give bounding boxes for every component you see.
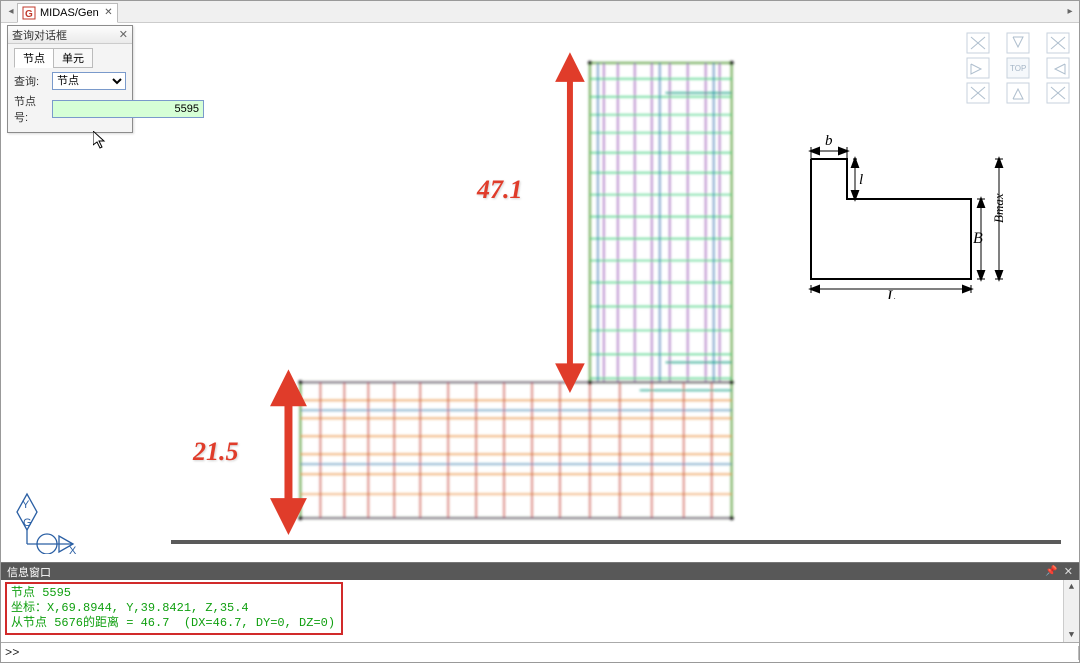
info-line-1: 节点 5595 <box>11 586 71 600</box>
view-navigator[interactable]: TOP <box>965 31 1071 105</box>
ucs-icon: Y G X <box>15 492 79 554</box>
close-icon[interactable]: ✕ <box>119 28 128 41</box>
close-icon[interactable]: ✕ <box>1064 565 1073 578</box>
tabbar-next[interactable]: ▸ <box>1065 3 1079 21</box>
info-window: 信息窗口 📌 ✕ 节点 5595 坐标：X,69.8944, Y,39.8421… <box>1 562 1079 642</box>
query-dialog: 查询对话框 ✕ 节点 单元 查询: 节点 节点号: <box>7 25 133 133</box>
viewcube-top: TOP <box>1010 64 1026 73</box>
document-tab-midasgen[interactable]: G MIDAS/Gen ✕ <box>17 3 118 23</box>
command-input[interactable] <box>19 646 962 660</box>
ucs-g: G <box>23 517 32 529</box>
document-tabbar: ◂ G MIDAS/Gen ✕ ▸ <box>1 1 1079 23</box>
pin-icon[interactable]: 📌 <box>1045 566 1057 577</box>
info-window-title: 信息窗口 <box>7 564 51 580</box>
midas-app-icon: G <box>22 6 36 20</box>
model-workspace: 47.1 21.5 <box>1 23 1079 562</box>
dialog-tab-node[interactable]: 节点 <box>14 48 53 68</box>
section-L: L <box>886 288 896 299</box>
command-prompt: >> <box>5 646 19 660</box>
info-scrollbar[interactable]: ▲ ▼ <box>1063 580 1079 642</box>
info-window-titlebar[interactable]: 信息窗口 📌 ✕ <box>1 563 1079 580</box>
info-line-3: 从节点 5676的距离 = 46.7 (DX=46.7, DY=0, DZ=0) <box>11 616 335 630</box>
info-line-2: 坐标：X,69.8944, Y,39.8421, Z,35.4 <box>11 601 249 615</box>
ucs-x: X <box>69 545 77 554</box>
canvas-baseline <box>171 540 1061 544</box>
command-separator <box>1078 646 1079 660</box>
info-highlight-box: 节点 5595 坐标：X,69.8944, Y,39.8421, Z,35.4 … <box>5 582 343 635</box>
section-Bmax: Bmax <box>991 193 1006 223</box>
query-label: 查询: <box>14 73 48 89</box>
info-window-content[interactable]: 节点 5595 坐标：X,69.8944, Y,39.8421, Z,35.4 … <box>1 580 1079 642</box>
ucs-y: Y <box>22 499 30 511</box>
close-icon[interactable]: ✕ <box>104 7 112 18</box>
dialog-tab-element[interactable]: 单元 <box>53 48 93 68</box>
command-bar: >> <box>1 642 1079 662</box>
dialog-titlebar[interactable]: 查询对话框 ✕ <box>8 26 132 44</box>
scroll-up-icon[interactable]: ▲ <box>1065 580 1079 594</box>
document-tab-title: MIDAS/Gen <box>40 7 99 19</box>
query-type-select[interactable]: 节点 <box>52 72 126 90</box>
dialog-title: 查询对话框 <box>12 27 67 43</box>
node-number-label: 节点号: <box>14 93 48 125</box>
section-diagram: b l B Bmax L <box>799 129 1009 299</box>
scroll-down-icon[interactable]: ▼ <box>1065 628 1079 642</box>
section-l: l <box>859 172 863 188</box>
tabbar-prev[interactable]: ◂ <box>5 3 17 21</box>
dialog-tabs: 节点 单元 <box>14 48 126 68</box>
node-number-input[interactable] <box>52 100 204 118</box>
svg-text:G: G <box>25 9 33 20</box>
section-b: b <box>825 133 833 149</box>
section-B: B <box>973 230 983 247</box>
